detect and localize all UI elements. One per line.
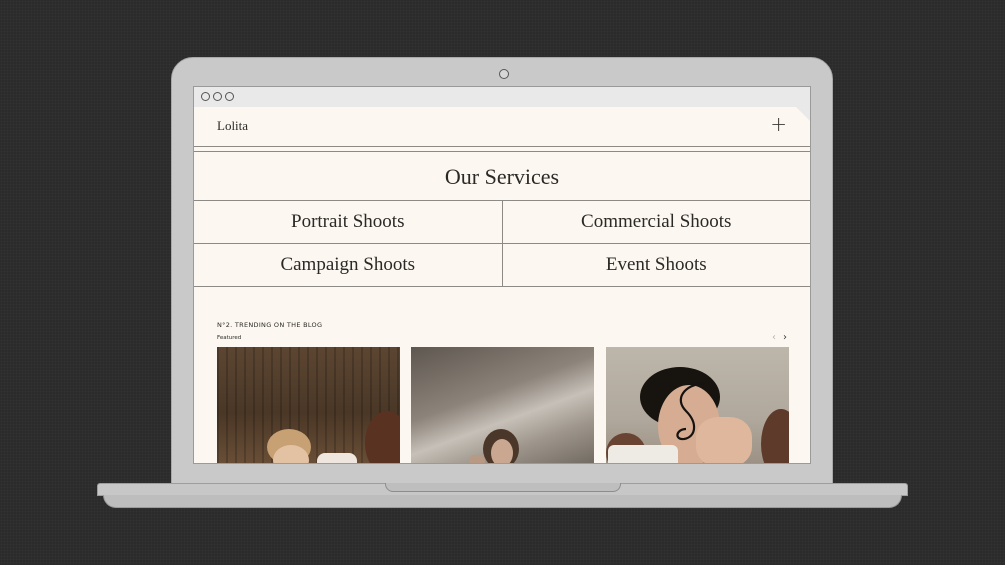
services-row: Portrait Shoots Commercial Shoots [194, 201, 810, 244]
blog-post-card[interactable] [411, 347, 594, 463]
site-logo[interactable]: Lolita [217, 118, 248, 134]
window-maximize-button[interactable] [225, 92, 234, 101]
blog-featured-label: Featured [217, 335, 242, 341]
chevron-right-icon[interactable]: › [783, 332, 787, 344]
services-row: Campaign Shoots Event Shoots [194, 244, 810, 287]
blog-post-card[interactable] [217, 347, 400, 463]
services-section: Our Services Portrait Shoots Commercial … [194, 151, 810, 287]
services-title: Our Services [194, 152, 810, 201]
laptop-opening-notch [385, 483, 621, 492]
laptop-base-bottom [103, 495, 902, 508]
blog-section-heading: N°2. TRENDING ON THE BLOG [217, 321, 323, 329]
service-link-commercial[interactable]: Commercial Shoots [501, 201, 811, 243]
service-link-event[interactable]: Event Shoots [501, 244, 811, 286]
browser-titlebar [194, 87, 810, 107]
window-close-button[interactable] [201, 92, 210, 101]
blog-post-card[interactable] [606, 347, 789, 463]
window-minimize-button[interactable] [213, 92, 222, 101]
service-link-campaign[interactable]: Campaign Shoots [194, 244, 502, 286]
site-header: Lolita + [194, 107, 810, 147]
service-link-portrait[interactable]: Portrait Shoots [194, 201, 502, 243]
plus-icon[interactable]: + [770, 113, 787, 135]
chevron-left-icon[interactable]: ‹ [772, 332, 776, 344]
webcam-icon [499, 69, 509, 79]
browser-window: Lolita + Our Services Portrait Shoots Co… [193, 86, 811, 464]
